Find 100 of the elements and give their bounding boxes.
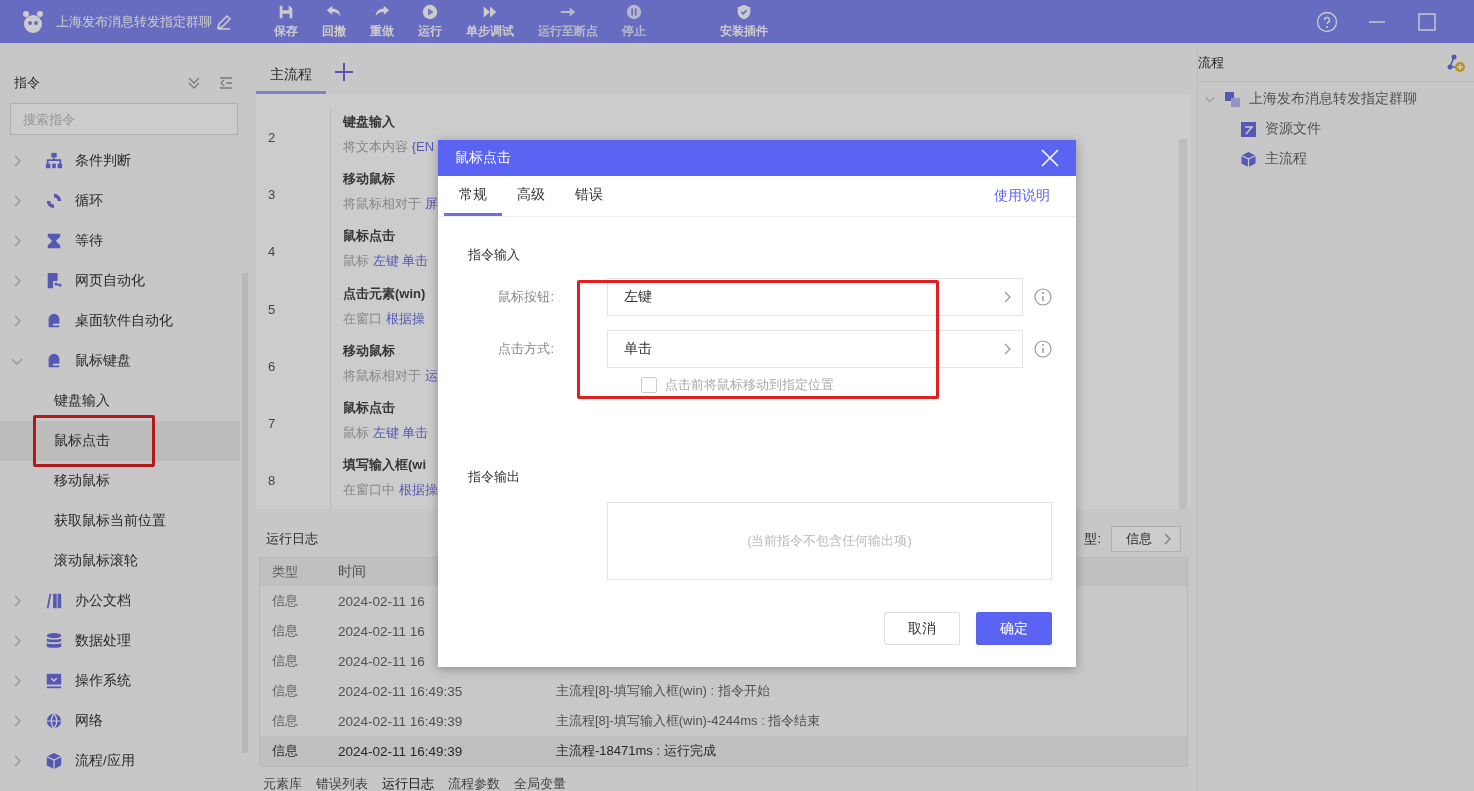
info-icon[interactable] [1034, 288, 1052, 306]
expand-all-icon[interactable] [186, 75, 202, 91]
tree-item[interactable]: 等待 [0, 221, 240, 261]
line-number: 8 [268, 473, 276, 489]
tree-item[interactable]: 办公文档 [0, 581, 240, 621]
pencil-icon[interactable] [216, 13, 232, 30]
step-title: 填写输入框(wi [343, 455, 428, 474]
tab[interactable]: 错误 [560, 176, 618, 216]
maximize-icon[interactable] [1416, 10, 1438, 33]
empty-message: (当前指令不包含任何输出项) [747, 532, 912, 550]
chevron-right-icon[interactable] [1002, 290, 1012, 304]
tree-item[interactable]: 操作系统 [0, 661, 240, 701]
tree-item[interactable]: 鼠标键盘 [0, 341, 240, 381]
close-icon[interactable] [1040, 148, 1060, 168]
tab[interactable]: 常规 [444, 176, 502, 216]
squares-icon [1224, 90, 1241, 108]
select-field[interactable]: 单击 [607, 330, 1023, 368]
checkbox-label: 点击前将鼠标移动到指定位置 [665, 376, 834, 394]
monitor-icon [45, 672, 63, 690]
table-cell-text: 信息 [271, 682, 299, 700]
tree-item[interactable]: 桌面软件自动化 [0, 301, 240, 341]
table-row[interactable]: 信息 2024-02-11 16:49:35 主流程[8]-填写输入框(win) : 指令开始 [260, 676, 1187, 706]
filter-label: 型: [1084, 530, 1101, 549]
section-title: 指令输入 [468, 246, 521, 264]
panel-title: 指令 [14, 74, 41, 92]
tree-item[interactable]: 条件判断 [0, 141, 240, 181]
chevron-right-icon[interactable] [1162, 533, 1172, 546]
hierarchy-icon [45, 152, 63, 170]
step-description: 将鼠标相对于 屏 [343, 195, 438, 214]
add-icon[interactable] [334, 62, 354, 83]
logo-icon [20, 8, 46, 35]
tree-item[interactable]: 获取鼠标当前位置 [0, 501, 240, 541]
help-icon[interactable] [1316, 10, 1338, 33]
section-title: 运行日志 [266, 530, 318, 549]
cancel-button[interactable]: 取消 [884, 612, 960, 645]
table-cell-text: 信息 [271, 712, 299, 730]
tab[interactable]: 高级 [502, 176, 560, 216]
play-icon[interactable] [420, 3, 440, 21]
collapse-list-icon[interactable] [218, 75, 234, 91]
step-description: 将鼠标相对于 运 [343, 366, 438, 385]
books-icon [45, 592, 63, 610]
section-title: 指令输出 [468, 468, 521, 486]
hourglass-icon [45, 232, 63, 250]
table-cell-text: 2024-02-11 16 [338, 623, 426, 639]
tree-item[interactable]: 键盘输入 [0, 381, 240, 421]
tree-item[interactable]: 上海发布消息转发指定群聊 [1198, 84, 1474, 114]
table-cell-text: 2024-02-11 16:49:39 [338, 743, 464, 759]
table-cell: 主流程[8]-填写输入框(win) : 指令开始 [556, 682, 770, 700]
tab[interactable]: 错误列表 [309, 773, 375, 791]
field-label: 点击方式: [497, 340, 554, 358]
tree-item[interactable]: 流程/应用 [0, 741, 240, 781]
line-number: 4 [268, 244, 276, 260]
web-page-icon [45, 272, 63, 290]
step-title: 鼠标点击 [343, 398, 396, 417]
chevron-right-icon[interactable] [1002, 342, 1012, 356]
tab[interactable]: 全局变量 [507, 773, 573, 791]
table-row[interactable]: 信息 2024-02-11 16:49:39 主流程-18471ms : 运行完成 [260, 736, 1187, 766]
tab[interactable]: 元素库 [256, 773, 309, 791]
filter-dropdown[interactable]: 信息 [1111, 526, 1181, 553]
step-title: 鼠标点击 [343, 227, 396, 246]
table-cell: 主流程-18471ms : 运行完成 [556, 742, 716, 760]
panel-title: 流程 [1198, 54, 1225, 72]
column-header: 类型 [271, 563, 299, 581]
database-icon [45, 632, 63, 650]
checkbox[interactable] [641, 377, 657, 393]
select-field[interactable]: 左键 [607, 278, 1023, 316]
tree-item[interactable]: 主流程 [1198, 144, 1474, 174]
table-cell-text: 信息 [271, 742, 299, 760]
table-cell-text: 2024-02-11 16:49:39 [338, 713, 464, 729]
tree-item[interactable]: 滚动鼠标滚轮 [0, 541, 240, 581]
step-description: 在窗口 根据操 [343, 309, 426, 328]
cycle-icon [45, 192, 63, 210]
tree-item[interactable]: 网络 [0, 701, 240, 741]
line-number: 5 [268, 301, 276, 317]
add-flow-icon[interactable] [1446, 53, 1466, 73]
step-description: 在窗口中 根据操 [343, 480, 438, 499]
tab[interactable]: 运行日志 [375, 773, 441, 791]
tab[interactable]: 流程参数 [441, 773, 507, 791]
table-cell-text: 信息 [271, 622, 299, 640]
line-number: 6 [268, 358, 276, 374]
confirm-button[interactable]: 确定 [976, 612, 1052, 645]
info-icon[interactable] [1034, 340, 1052, 358]
step-description: 将文本内容 {EN [343, 138, 435, 157]
tree-item[interactable]: 资源文件 [1198, 114, 1474, 144]
line-number: 2 [268, 130, 276, 146]
table-cell-text: 信息 [271, 652, 299, 670]
tree-item[interactable]: 网页自动化 [0, 261, 240, 301]
line-number: 7 [268, 415, 276, 431]
table-row[interactable]: 信息 2024-02-11 16:49:39 主流程[8]-填写输入框(win)-4244ms : 指令结束 [260, 706, 1187, 736]
project-title: 上海发布消息转发指定群聊 [56, 12, 212, 31]
step-title: 键盘输入 [343, 113, 396, 132]
cube-icon [45, 752, 63, 770]
tree-item[interactable]: 循环 [0, 181, 240, 221]
tree-item[interactable]: 鼠标点击 [0, 421, 240, 461]
tree-item[interactable]: 数据处理 [0, 621, 240, 661]
help-link[interactable]: 使用说明 [994, 187, 1050, 205]
tree-item[interactable]: 移动鼠标 [0, 461, 240, 501]
globe-icon [45, 712, 63, 730]
step-description: 鼠标 左键 单击 [343, 252, 429, 271]
cube-icon [1240, 150, 1257, 168]
